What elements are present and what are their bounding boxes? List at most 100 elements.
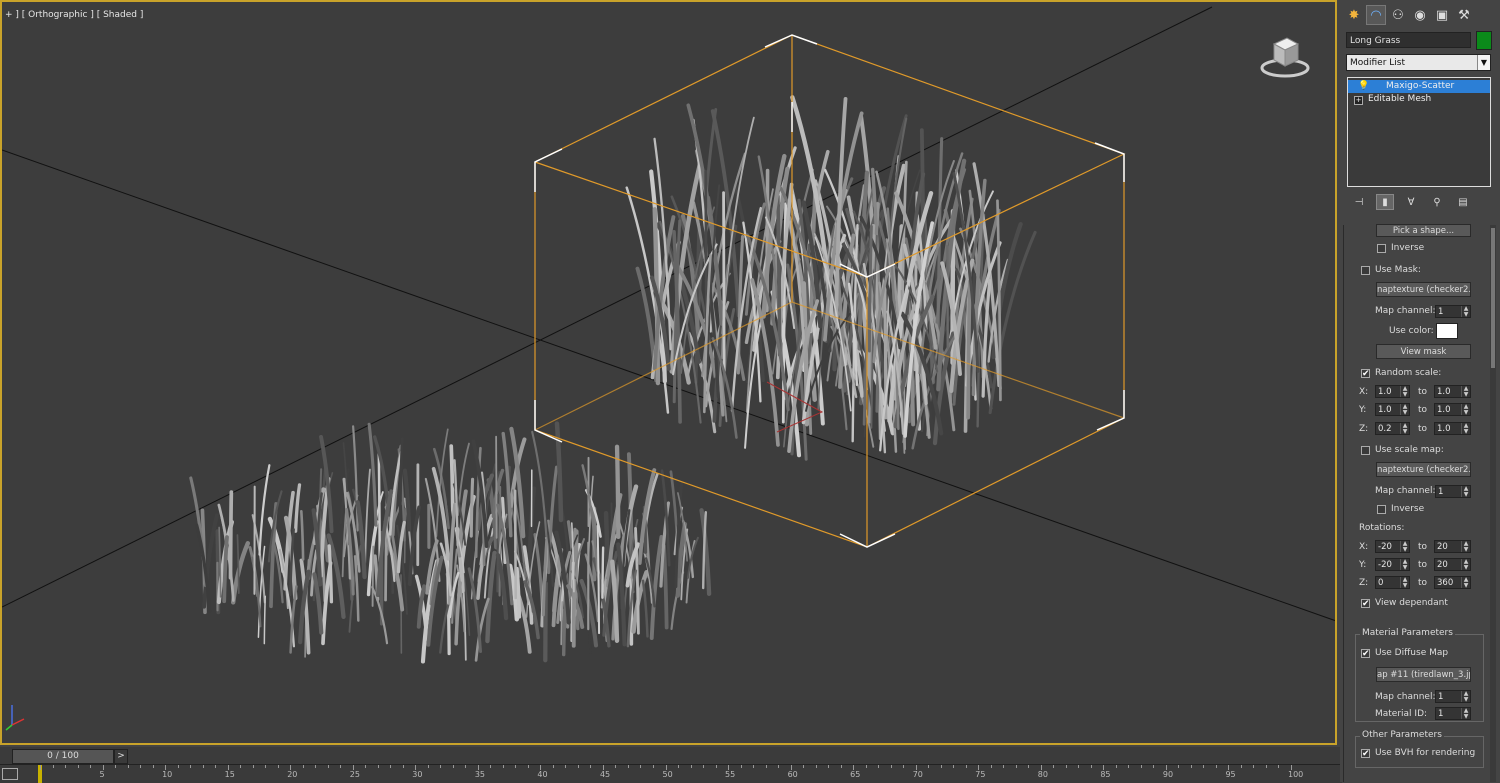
modifier-list-dropdown[interactable]: Modifier List ▼ (1346, 54, 1491, 71)
tick-mark (340, 765, 341, 768)
viewcube-icon[interactable] (1260, 32, 1310, 82)
configure-sets-icon[interactable]: ▤ (1454, 194, 1472, 210)
tick-mark (515, 765, 516, 768)
tick-mark (1266, 765, 1267, 768)
tick-mark (1241, 765, 1242, 768)
scale-z-from[interactable]: 0.2▲▼ (1375, 422, 1410, 435)
map-channel-spinner[interactable]: 1▲▼ (1435, 305, 1471, 318)
mask-map-button[interactable]: naptexture (checker2.j (1376, 282, 1471, 297)
viewport-label[interactable]: + ] [ Orthographic ] [ Shaded ] (5, 10, 143, 20)
random-scale-checkbox[interactable]: ✔ (1361, 369, 1370, 378)
tick-mark (503, 765, 504, 768)
tick-label: 60 (788, 770, 798, 779)
rot-y-to[interactable]: 20▲▼ (1434, 558, 1471, 571)
use-scale-map-checkbox[interactable] (1361, 446, 1370, 455)
modifier-stack[interactable]: 💡 Maxigo-Scatter + Editable Mesh (1347, 77, 1491, 187)
stack-item-editable-mesh[interactable]: + Editable Mesh (1348, 93, 1490, 106)
tick-mark (866, 765, 867, 768)
grass-blade (400, 439, 402, 519)
inverse-label: Inverse (1391, 504, 1424, 514)
to-label: to (1418, 424, 1427, 434)
scale-map-channel-spinner[interactable]: 1▲▼ (1435, 485, 1471, 498)
use-bvh-checkbox[interactable]: ✔ (1361, 749, 1370, 758)
create-icon[interactable]: ✸ (1344, 5, 1364, 25)
tick-mark (140, 765, 141, 768)
scene-canvas[interactable] (2, 2, 1337, 745)
view-mask-button[interactable]: View mask (1376, 344, 1471, 359)
tick-label: 30 (412, 770, 422, 779)
display-icon[interactable]: ▣ (1432, 5, 1452, 25)
next-frame-button[interactable]: > (114, 749, 128, 764)
tick-mark (953, 765, 954, 768)
tick-mark (378, 765, 379, 768)
scale-x-from[interactable]: 1.0▲▼ (1375, 385, 1410, 398)
grass-blade (329, 546, 331, 602)
use-diffuse-map-checkbox[interactable]: ✔ (1361, 649, 1370, 658)
inverse-scale-checkbox[interactable] (1377, 505, 1386, 514)
rot-y-from[interactable]: -20▲▼ (1375, 558, 1410, 571)
show-end-result-icon[interactable]: ▮ (1376, 194, 1394, 210)
rot-x-from[interactable]: -20▲▼ (1375, 540, 1410, 553)
scale-map-button[interactable]: naptexture (checker2.j (1376, 462, 1471, 477)
material-map-channel-spinner[interactable]: 1▲▼ (1435, 690, 1471, 703)
scale-z-to[interactable]: 1.0▲▼ (1434, 422, 1471, 435)
stack-item-maxigo-scatter[interactable]: 💡 Maxigo-Scatter (1348, 80, 1490, 93)
trackbar[interactable]: 5101520253035404550556065707580859095100 (0, 764, 1342, 783)
grass-blade (643, 581, 647, 637)
tick-mark (778, 765, 779, 768)
tick-mark (903, 765, 904, 768)
motion-icon[interactable]: ◉ (1410, 5, 1430, 25)
material-parameters-title: Material Parameters (1360, 628, 1455, 638)
grass-blade (301, 511, 303, 559)
grass-blade (778, 196, 780, 354)
diffuse-map-button[interactable]: ap #11 (tiredlawn_3.jp (1376, 667, 1471, 682)
remove-modifier-icon[interactable]: ⚲ (1428, 194, 1446, 210)
rot-x-to[interactable]: 20▲▼ (1434, 540, 1471, 553)
viewport-orthographic[interactable]: + ] [ Orthographic ] [ Shaded ] (0, 0, 1337, 745)
utilities-icon[interactable]: ⚒ (1454, 5, 1474, 25)
grass-blade (515, 491, 516, 598)
object-name-field[interactable]: Long Grass (1346, 32, 1471, 48)
tick-mark (190, 765, 191, 768)
use-diffuse-map-label: Use Diffuse Map (1375, 648, 1448, 658)
tick-mark (253, 765, 254, 768)
view-dependant-checkbox[interactable]: ✔ (1361, 599, 1370, 608)
tick-mark (590, 765, 591, 768)
tick-mark (390, 765, 391, 768)
tick-mark (841, 765, 842, 768)
make-unique-icon[interactable]: ∀ (1402, 194, 1420, 210)
tick-mark (278, 765, 279, 768)
grass-blade (434, 449, 448, 528)
use-mask-checkbox[interactable] (1361, 266, 1370, 275)
material-id-spinner[interactable]: 1▲▼ (1435, 707, 1471, 720)
grass-blades-front (191, 424, 709, 662)
inverse-checkbox[interactable] (1377, 244, 1386, 253)
mask-color-swatch[interactable] (1436, 323, 1458, 339)
pin-stack-icon[interactable]: ⊣ (1350, 194, 1368, 210)
expand-icon[interactable]: + (1354, 96, 1363, 105)
tick-mark (203, 765, 204, 768)
tick-mark (891, 765, 892, 768)
tick-mark (878, 765, 879, 768)
tick-mark (153, 765, 154, 768)
modify-icon[interactable]: ◠ (1366, 5, 1386, 25)
time-slider[interactable]: 0 / 100 (12, 749, 114, 764)
hierarchy-icon[interactable]: ⚇ (1388, 5, 1408, 25)
scale-y-to[interactable]: 1.0▲▼ (1434, 403, 1471, 416)
panel-scrollbar-thumb[interactable] (1491, 228, 1495, 368)
scale-y-from[interactable]: 1.0▲▼ (1375, 403, 1410, 416)
grass-blade (487, 553, 494, 641)
rot-z-to[interactable]: 360▲▼ (1434, 576, 1471, 589)
to-label: to (1418, 405, 1427, 415)
curve-editor-icon[interactable] (2, 768, 18, 780)
rot-z-from[interactable]: 0▲▼ (1375, 576, 1410, 589)
tick-label: 40 (537, 770, 547, 779)
chevron-down-icon[interactable]: ▼ (1477, 55, 1490, 70)
to-label: to (1418, 560, 1427, 570)
tick-mark (828, 765, 829, 768)
pick-shape-button[interactable]: Pick a shape... (1376, 224, 1471, 237)
tick-mark (741, 765, 742, 768)
lightbulb-icon[interactable]: 💡 (1358, 81, 1367, 92)
object-color-swatch[interactable] (1476, 31, 1492, 50)
scale-x-to[interactable]: 1.0▲▼ (1434, 385, 1471, 398)
